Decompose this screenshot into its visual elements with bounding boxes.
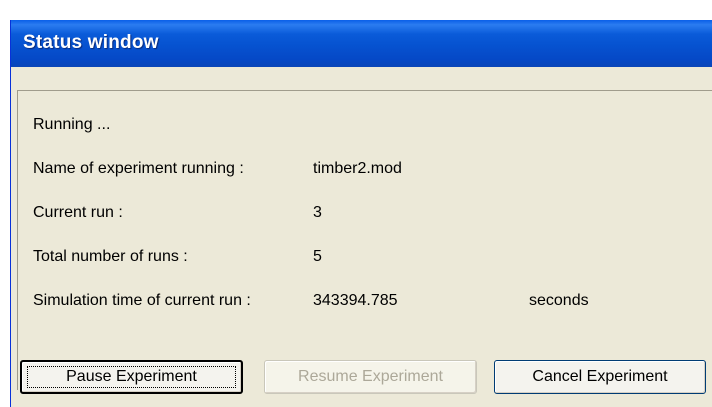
status-window: Status window Running ... Name of experi… <box>10 20 712 407</box>
focus-ring <box>27 366 236 388</box>
simulation-time-label: Simulation time of current run : <box>33 292 251 309</box>
total-runs-value: 5 <box>313 248 322 265</box>
cancel-experiment-button[interactable]: Cancel Experiment <box>494 360 706 394</box>
simulation-time-unit: seconds <box>529 292 589 309</box>
simulation-time-value: 343394.785 <box>313 292 398 309</box>
status-panel <box>17 90 712 390</box>
window-content: Running ... Name of experiment running :… <box>11 67 712 407</box>
experiment-name-label: Name of experiment running : <box>33 160 244 177</box>
total-runs-label: Total number of runs : <box>33 248 188 265</box>
resume-experiment-label: Resume Experiment <box>298 368 443 385</box>
resume-experiment-button[interactable]: Resume Experiment <box>264 360 477 394</box>
window-title: Status window <box>23 32 159 53</box>
cancel-experiment-label: Cancel Experiment <box>532 368 668 385</box>
pause-experiment-button[interactable]: Pause Experiment <box>20 360 243 394</box>
current-run-label: Current run : <box>33 204 123 221</box>
running-status-text: Running ... <box>33 116 111 133</box>
experiment-name-value: timber2.mod <box>313 160 402 177</box>
current-run-value: 3 <box>313 204 322 221</box>
title-bar[interactable]: Status window <box>11 20 712 67</box>
